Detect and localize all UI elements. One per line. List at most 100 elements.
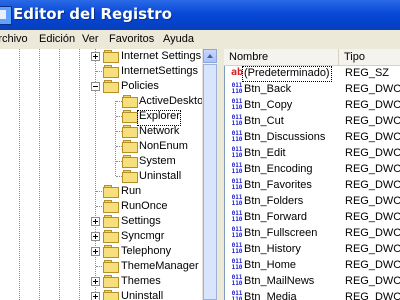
list-item[interactable]: 011110 Btn_Forward REG_DWORD (225, 209, 400, 225)
list-item[interactable]: 011110 Btn_Cut REG_DWORD (225, 113, 400, 129)
binary-value-icon: 011 110 (231, 194, 243, 207)
value-type: REG_DWORD (345, 259, 400, 271)
open-folder-icon (122, 110, 138, 123)
column-header-tipo[interactable]: Tipo (339, 49, 400, 65)
tree-item-telephony[interactable]: Telephony (0, 244, 202, 259)
expand-icon[interactable] (91, 52, 100, 61)
expand-icon[interactable] (91, 232, 100, 241)
list-item[interactable]: 011110 Btn_Edit REG_DWORD (225, 145, 400, 161)
tree-item-themes[interactable]: Themes (0, 274, 202, 289)
list-item[interactable]: 011110 Btn_Fullscreen REG_DWORD (225, 225, 400, 241)
list-item[interactable]: 011110 Btn_Back REG_DWORD (225, 81, 400, 97)
tree-item-label: Settings (121, 215, 161, 227)
tree-item-label: Network (139, 125, 180, 137)
folder-icon (103, 185, 119, 198)
tree-item-label: NonEnum (139, 140, 188, 152)
folder-icon (103, 65, 119, 78)
tree-item-activedesktop[interactable]: ActiveDesktop (0, 94, 209, 109)
string-value-icon: ab (230, 67, 244, 78)
expand-icon[interactable] (91, 292, 100, 300)
pane-splitter[interactable] (217, 49, 224, 300)
binary-value-icon: 011 110 (231, 162, 243, 175)
tree-item-system[interactable]: System (0, 154, 202, 169)
list-item[interactable]: ab (Predeterminado) REG_SZ (225, 65, 400, 82)
list-item[interactable]: 011110 Btn_Encoding REG_DWORD (225, 161, 400, 177)
binary-value-icon: 011 110 (231, 114, 243, 127)
tree-line (96, 191, 102, 192)
value-name: Btn_MailNews (244, 275, 315, 287)
folder-icon (103, 245, 119, 258)
tree-item-settings[interactable]: Settings (0, 214, 202, 229)
tree-item-label: Explorer (139, 110, 180, 122)
value-name: Btn_Favorites (244, 179, 312, 191)
tree-item-label: ThemeManager (121, 260, 199, 272)
tree-item-label: InternetSettings (121, 65, 199, 77)
tree-item-label: Run (121, 185, 142, 197)
expand-icon[interactable] (91, 277, 100, 286)
tree-item-label: Policies (121, 80, 159, 92)
list-item[interactable]: 011110 Btn_Home REG_DWORD (225, 257, 400, 273)
folder-icon (122, 170, 138, 183)
menu-ayuda[interactable]: Ayuda (163, 30, 194, 49)
value-name: Btn_Back (244, 83, 292, 95)
folder-icon (103, 215, 119, 228)
value-name: Btn_Edit (244, 147, 286, 159)
tree-item-label: Themes (121, 275, 161, 287)
value-type: REG_DWORD (345, 99, 400, 111)
folder-icon (103, 275, 119, 288)
menu-favoritos[interactable]: Favoritos (109, 30, 154, 49)
tree-item-label: System (139, 155, 176, 167)
menu-ver[interactable]: Ver (82, 30, 99, 49)
registry-tree[interactable]: Internet Settings InternetSettings Polic… (0, 49, 217, 300)
binary-value-icon: 011 110 (231, 98, 243, 111)
list-item[interactable]: 011110 Btn_Discussions REG_DWORD (225, 129, 400, 145)
menu-edicion[interactable]: Edición (39, 30, 75, 49)
tree-item-run[interactable]: Run (0, 184, 202, 199)
folder-icon (122, 95, 138, 108)
tree-item-runonce[interactable]: RunOnce (0, 199, 202, 214)
value-type: REG_DWORD (345, 179, 400, 191)
values-list[interactable]: ab (Predeterminado) REG_SZ 011 110 Btn_Ba… (224, 49, 400, 300)
expand-icon[interactable] (91, 217, 100, 226)
binary-value-icon: 011 110 (231, 226, 243, 239)
tree-item-uninstall-policy[interactable]: Uninstall (0, 169, 202, 184)
list-item[interactable]: 011110 Btn_Copy REG_DWORD (225, 97, 400, 113)
collapse-icon[interactable] (91, 82, 100, 91)
column-header-nombre[interactable]: Nombre (224, 49, 339, 65)
folder-icon (122, 155, 138, 168)
menu-archivo[interactable]: Archivo (0, 30, 28, 49)
list-item[interactable]: 011110 Btn_Media REG_DWORD (225, 289, 400, 300)
list-item[interactable]: 011110 Btn_History REG_DWORD (225, 241, 400, 257)
tree-item-internetsettings[interactable]: InternetSettings (0, 64, 202, 79)
title-bar[interactable]: Editor del Registro (0, 0, 400, 30)
tree-item-label: Uninstall (139, 170, 182, 182)
tree-line (96, 266, 102, 267)
value-type: REG_DWORD (345, 147, 400, 159)
value-type: REG_DWORD (345, 211, 400, 223)
tree-item-nonenum[interactable]: NonEnum (0, 139, 202, 154)
folder-icon (103, 290, 119, 300)
value-name: Btn_Forward (244, 211, 307, 223)
scroll-thumb[interactable] (203, 64, 217, 300)
value-type: REG_DWORD (345, 115, 400, 127)
tree-item-explorer[interactable]: Explorer (0, 109, 202, 126)
tree-item-thememanager[interactable]: ThemeManager (0, 259, 202, 274)
folder-icon (103, 50, 119, 63)
list-item[interactable]: 011110 Btn_Favorites REG_DWORD (225, 177, 400, 193)
tree-item-policies[interactable]: Policies (0, 79, 202, 94)
list-item[interactable]: 011110 Btn_MailNews REG_DWORD (225, 273, 400, 289)
window-title: Editor del Registro (13, 5, 172, 23)
expand-icon[interactable] (91, 247, 100, 256)
tree-item-network[interactable]: Network (0, 124, 202, 139)
tree-item-internet-settings[interactable]: Internet Settings (0, 49, 202, 64)
tree-vertical-scrollbar[interactable] (202, 49, 217, 300)
value-type: REG_DWORD (345, 275, 400, 287)
scroll-up-icon[interactable] (203, 49, 217, 63)
tree-item-uninstall[interactable]: Uninstall (0, 289, 202, 300)
folder-icon (122, 125, 138, 138)
tree-line (96, 71, 102, 72)
folder-icon (103, 230, 119, 243)
value-type: REG_SZ (345, 67, 390, 79)
tree-item-syncmgr[interactable]: Syncmgr (0, 229, 202, 244)
list-item[interactable]: 011110 Btn_Folders REG_DWORD (225, 193, 400, 209)
